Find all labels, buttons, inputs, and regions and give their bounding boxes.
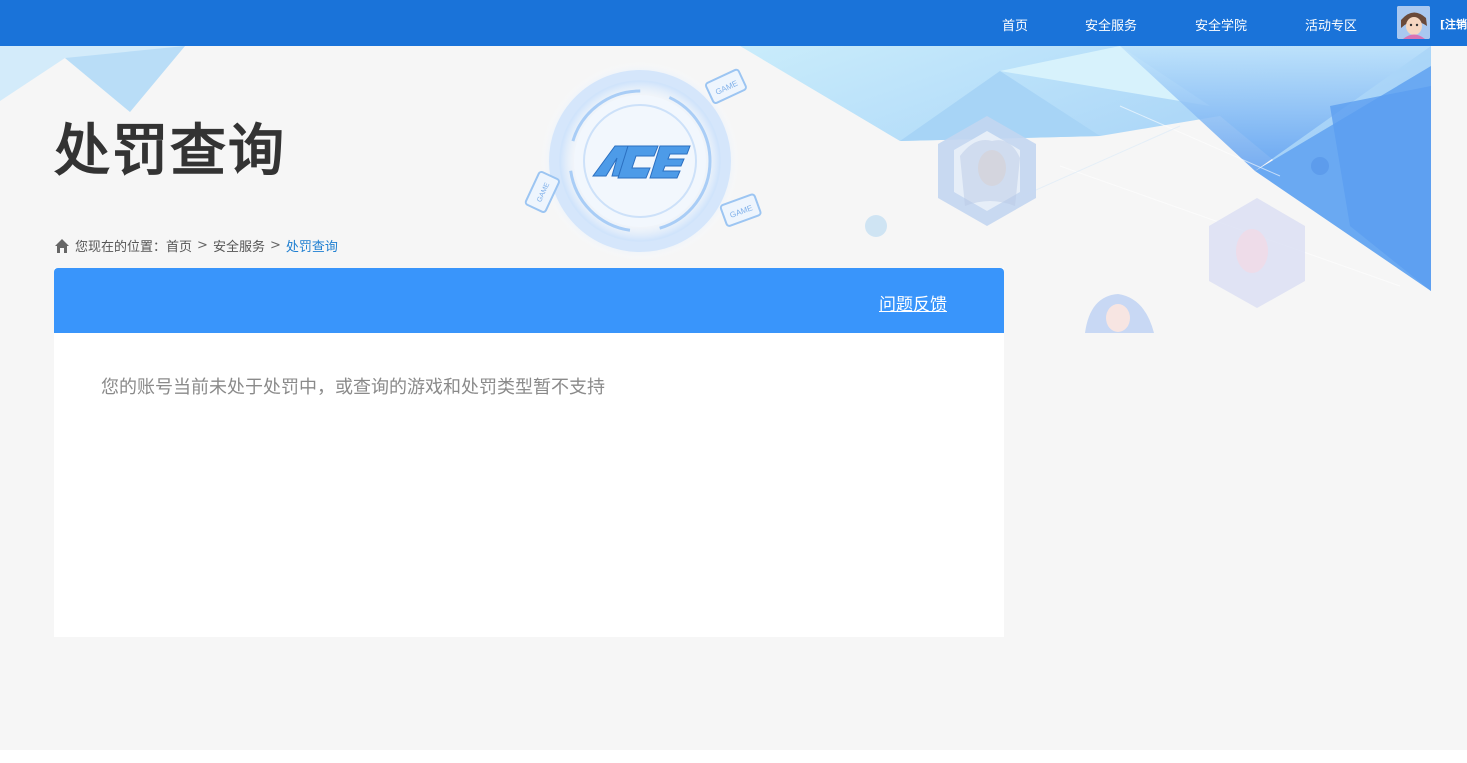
breadcrumb-separator: > <box>269 238 281 253</box>
page-body: GAME GAME GAME 处罚查询 您现在的位置： 首页 > 安全服务 > … <box>0 46 1467 750</box>
breadcrumb-home[interactable]: 首页 <box>166 236 192 255</box>
breadcrumb-separator: > <box>197 238 208 253</box>
result-panel: 问题反馈 您的账号当前未处于处罚中，或查询的游戏和处罚类型暂不支持 <box>54 268 1004 637</box>
nav-security-academy[interactable]: 安全学院 <box>1195 15 1247 34</box>
page-title: 处罚查询 <box>54 119 286 184</box>
nav-events[interactable]: 活动专区 <box>1305 15 1357 34</box>
top-navigation-bar: 首页 安全服务 安全学院 活动专区 [注销] <box>0 0 1467 46</box>
breadcrumb: 您现在的位置： 首页 > 安全服务 > 处罚查询 <box>54 236 338 255</box>
breadcrumb-security-service[interactable]: 安全服务 <box>213 236 265 255</box>
result-message: 您的账号当前未处于处罚中，或查询的游戏和处罚类型暂不支持 <box>101 377 605 398</box>
breadcrumb-prefix: 您现在的位置： <box>75 240 167 255</box>
avatar-image <box>1397 6 1430 39</box>
avatar[interactable] <box>1397 6 1430 39</box>
nav-security-service[interactable]: 安全服务 <box>1085 15 1137 34</box>
panel-header: 问题反馈 <box>54 268 1004 333</box>
breadcrumb-current: 处罚查询 <box>285 240 338 255</box>
home-icon <box>55 238 69 253</box>
logout-link[interactable]: [注销] <box>1440 16 1467 32</box>
feedback-link[interactable]: 问题反馈 <box>879 290 947 315</box>
nav-home[interactable]: 首页 <box>1002 15 1028 34</box>
